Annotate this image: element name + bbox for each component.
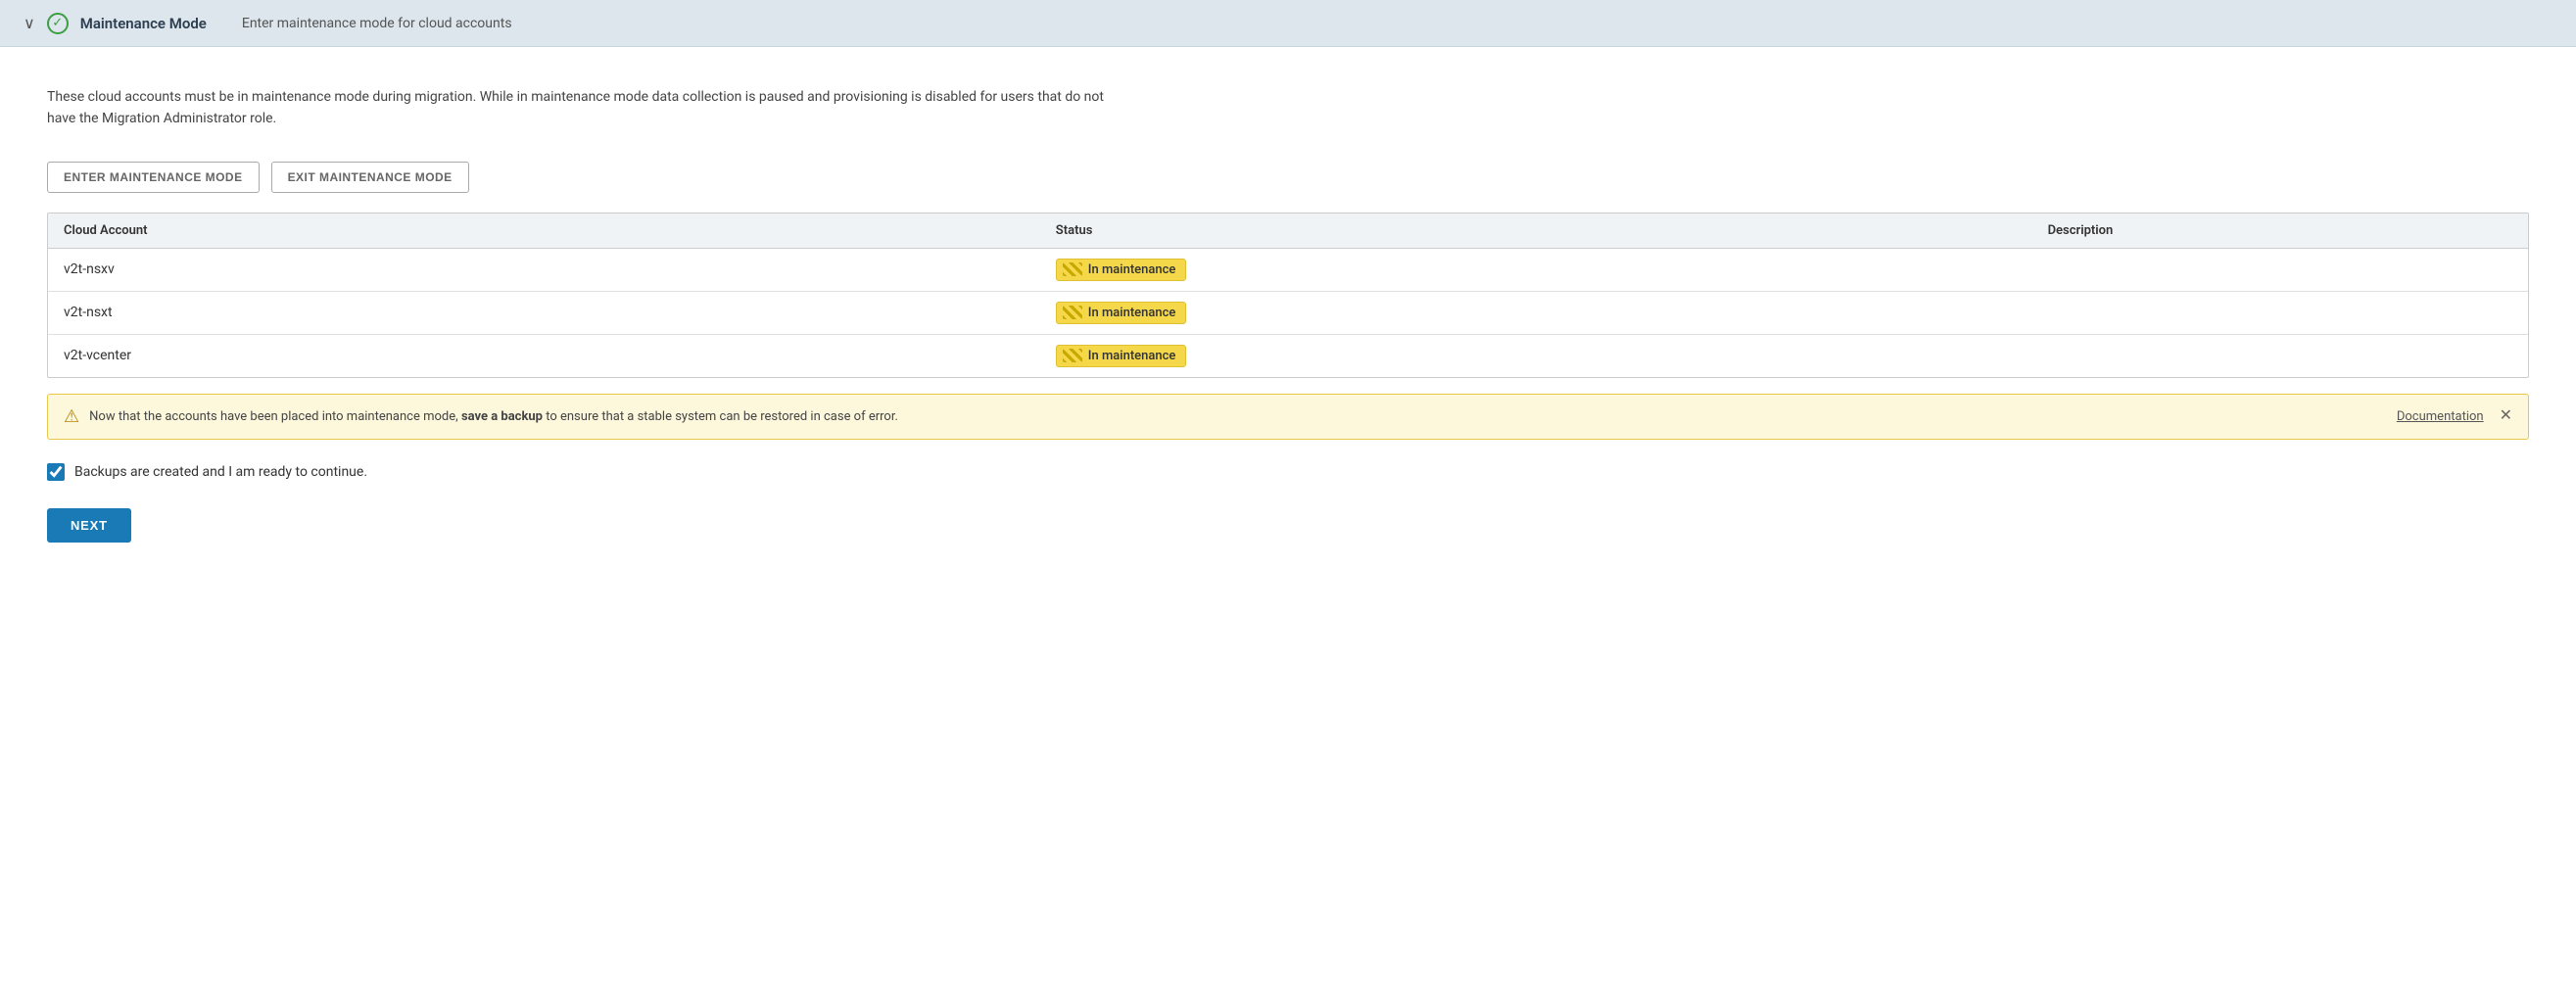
warning-text: Now that the accounts have been placed i…	[89, 407, 898, 427]
header: ∨ ✓ Maintenance Mode Enter maintenance m…	[0, 0, 2576, 47]
warning-close-button[interactable]: ✕	[2500, 408, 2512, 424]
column-header-description: Description	[2032, 213, 2528, 249]
backup-checkbox[interactable]	[47, 463, 65, 481]
header-subtitle: Enter maintenance mode for cloud account…	[242, 16, 512, 31]
status-text: In maintenance	[1088, 262, 1176, 277]
description-cell	[2032, 291, 2528, 334]
table-row: v2t-nsxt In maintenance	[48, 291, 2528, 334]
maintenance-badge: In maintenance	[1056, 302, 1187, 324]
warning-banner: ⚠ Now that the accounts have been placed…	[47, 394, 2529, 440]
warning-text-before: Now that the accounts have been placed i…	[89, 409, 461, 424]
table-header-row: Cloud Account Status Description	[48, 213, 2528, 249]
account-cell: v2t-vcenter	[48, 334, 1040, 377]
warning-right: Documentation ✕	[2397, 408, 2512, 424]
warning-content: ⚠ Now that the accounts have been placed…	[64, 406, 2385, 427]
table-row: v2t-vcenter In maintenance	[48, 334, 2528, 377]
table-row: v2t-nsxv In maintenance	[48, 248, 2528, 291]
status-text: In maintenance	[1088, 306, 1176, 320]
maintenance-badge: In maintenance	[1056, 259, 1187, 281]
backup-checkbox-row: Backups are created and I am ready to co…	[47, 463, 2529, 481]
exit-maintenance-button[interactable]: EXIT MAINTENANCE MODE	[271, 162, 469, 193]
documentation-link[interactable]: Documentation	[2397, 409, 2484, 424]
main-content: These cloud accounts must be in maintena…	[0, 47, 2576, 994]
badge-stripes-icon	[1063, 306, 1082, 319]
column-header-status: Status	[1040, 213, 2032, 249]
description-text: These cloud accounts must be in maintena…	[47, 86, 1124, 130]
warning-icon: ⚠	[64, 406, 79, 427]
status-text: In maintenance	[1088, 349, 1176, 363]
maintenance-badge: In maintenance	[1056, 345, 1187, 367]
button-row: ENTER MAINTENANCE MODE EXIT MAINTENANCE …	[47, 162, 2529, 193]
description-cell	[2032, 334, 2528, 377]
account-cell: v2t-nsxt	[48, 291, 1040, 334]
warning-text-bold: save a backup	[461, 409, 543, 424]
badge-stripes-icon	[1063, 349, 1082, 362]
header-title: Maintenance Mode	[80, 15, 207, 32]
check-icon: ✓	[47, 13, 69, 34]
backup-checkbox-label: Backups are created and I am ready to co…	[74, 464, 367, 480]
account-cell: v2t-nsxv	[48, 248, 1040, 291]
column-header-account: Cloud Account	[48, 213, 1040, 249]
cloud-accounts-table: Cloud Account Status Description v2t-nsx…	[47, 213, 2529, 378]
status-cell: In maintenance	[1040, 334, 2032, 377]
badge-stripes-icon	[1063, 262, 1082, 276]
next-button[interactable]: NEXT	[47, 508, 131, 543]
enter-maintenance-button[interactable]: ENTER MAINTENANCE MODE	[47, 162, 260, 193]
status-cell: In maintenance	[1040, 248, 2032, 291]
chevron-icon[interactable]: ∨	[24, 14, 35, 32]
status-cell: In maintenance	[1040, 291, 2032, 334]
description-cell	[2032, 248, 2528, 291]
warning-text-after: to ensure that a stable system can be re…	[543, 409, 898, 424]
